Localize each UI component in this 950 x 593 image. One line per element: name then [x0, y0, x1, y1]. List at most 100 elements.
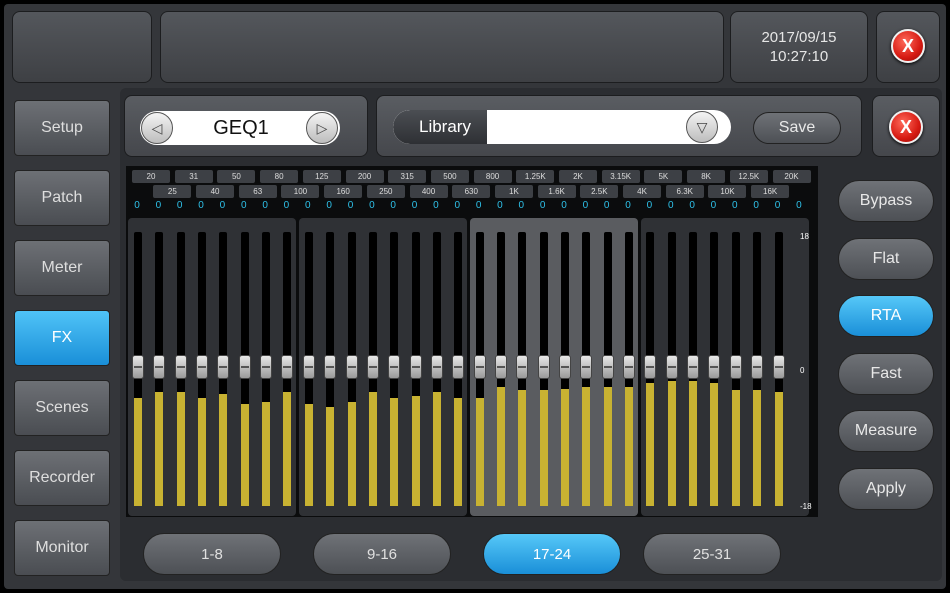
rta-level-bar: [731, 390, 740, 506]
fader-knob[interactable]: [281, 355, 294, 379]
band-gain-value: 0: [262, 200, 268, 211]
rta-level-bar: [134, 397, 142, 506]
next-fx-button[interactable]: ▷: [306, 112, 338, 144]
fader-knob[interactable]: [409, 355, 422, 379]
freq-label: 50: [217, 170, 256, 183]
save-button[interactable]: Save: [753, 112, 841, 144]
fader-knob[interactable]: [430, 355, 443, 379]
freq-label: 800: [473, 170, 512, 183]
rta-level-bar: [326, 407, 335, 506]
freq-label: 250: [366, 185, 405, 198]
freq-label: 630: [452, 185, 491, 198]
rta-level-bar: [368, 392, 377, 506]
freq-label: 500: [430, 170, 469, 183]
fader-knob[interactable]: [559, 355, 571, 379]
rta-level-bar: [432, 392, 441, 506]
fader-knob[interactable]: [751, 355, 764, 379]
page-button-25-31[interactable]: 25-31: [643, 533, 781, 575]
fader-knob[interactable]: [473, 355, 486, 379]
page-button-9-16[interactable]: 9-16: [313, 533, 451, 575]
top-title-area: [160, 11, 724, 83]
sidebar-item-scenes[interactable]: Scenes: [14, 380, 110, 436]
close-fx-button[interactable]: X: [889, 110, 923, 144]
fader-knob[interactable]: [345, 355, 358, 379]
rta-level-bar: [646, 383, 655, 506]
rta-level-bar: [390, 397, 399, 506]
fast-button[interactable]: Fast: [838, 352, 934, 395]
close-app-button[interactable]: X: [891, 29, 925, 63]
freq-label: 125: [302, 170, 341, 183]
band-gain-value: 0: [155, 200, 162, 211]
fader-knob[interactable]: [238, 355, 251, 379]
library-field[interactable]: Library: [393, 110, 731, 144]
freq-label: 20: [132, 170, 170, 183]
library-dropdown-button[interactable]: ▽: [686, 111, 718, 143]
page-button-17-24[interactable]: 17-24: [483, 533, 621, 575]
freq-label: 10K: [708, 185, 747, 198]
sidebar-item-recorder[interactable]: Recorder: [14, 450, 110, 506]
band-gain-value: 0: [347, 200, 354, 211]
fader-knob[interactable]: [601, 355, 614, 379]
freq-label: 12.5K: [729, 170, 768, 183]
fader-knob[interactable]: [708, 355, 721, 379]
prev-fx-button[interactable]: ◁: [141, 112, 173, 144]
band-gain-value: 0: [732, 200, 738, 211]
rta-level-bar: [155, 392, 164, 506]
apply-button[interactable]: Apply: [838, 467, 934, 510]
sidebar-item-patch[interactable]: Patch: [14, 170, 110, 226]
freq-label: 1.25K: [516, 170, 555, 183]
sidebar-item-fx[interactable]: FX: [14, 310, 110, 366]
freq-label: 80: [260, 170, 299, 183]
band-gain-value: 0: [796, 200, 802, 211]
rta-button[interactable]: RTA: [838, 295, 934, 337]
fader-knob[interactable]: [132, 355, 144, 379]
freq-label: 2K: [559, 170, 597, 183]
rta-level-bar: [240, 403, 249, 506]
fader-knob[interactable]: [196, 355, 209, 379]
fader-knob[interactable]: [729, 355, 742, 379]
rta-level-bar: [262, 401, 271, 506]
fader-knob[interactable]: [366, 355, 379, 379]
band-gain-value: 0: [667, 200, 674, 211]
fader-knob[interactable]: [516, 355, 529, 379]
fader-knob[interactable]: [452, 355, 465, 379]
fader-knob[interactable]: [260, 355, 273, 379]
fader-knob[interactable]: [153, 355, 166, 379]
rta-level-bar: [667, 381, 676, 506]
rta-level-bar: [176, 392, 185, 506]
rta-level-bar: [219, 394, 228, 506]
fader-knob[interactable]: [174, 355, 187, 379]
sidebar-item-setup[interactable]: Setup: [14, 100, 110, 156]
bypass-button[interactable]: Bypass: [838, 180, 934, 222]
fader-knob[interactable]: [494, 355, 507, 379]
fader-knob[interactable]: [217, 355, 230, 379]
fader-knob[interactable]: [623, 355, 636, 379]
fader-knob[interactable]: [580, 355, 593, 379]
fader-knob[interactable]: [665, 355, 678, 379]
fader-knob[interactable]: [687, 355, 700, 379]
library-label: Library: [393, 110, 487, 144]
fader-knob[interactable]: [772, 355, 785, 379]
freq-label: 40: [196, 185, 235, 198]
freq-label: 20K: [772, 170, 811, 183]
sidebar-item-monitor[interactable]: Monitor: [14, 520, 110, 576]
clock-box: 2017/09/15 10:27:10: [730, 11, 868, 83]
band-gain-value: 0: [326, 200, 332, 211]
sidebar-item-meter[interactable]: Meter: [14, 240, 110, 296]
flat-button[interactable]: Flat: [838, 237, 934, 280]
rta-level-bar: [603, 386, 612, 506]
fader-knob[interactable]: [537, 355, 550, 379]
fader-knob[interactable]: [388, 355, 401, 379]
rta-level-bar: [689, 381, 698, 506]
rta-level-bar: [411, 396, 420, 506]
measure-button[interactable]: Measure: [838, 410, 934, 452]
rta-level-bar: [518, 390, 527, 506]
freq-label: 400: [409, 185, 448, 198]
page-button-1-8[interactable]: 1-8: [143, 533, 281, 575]
fader-knob[interactable]: [324, 355, 337, 379]
band-gain-value: 0: [561, 200, 567, 211]
fader-knob[interactable]: [644, 355, 657, 379]
rta-level-bar: [475, 397, 484, 506]
freq-label: 4K: [623, 185, 662, 198]
fader-knob[interactable]: [302, 355, 315, 379]
